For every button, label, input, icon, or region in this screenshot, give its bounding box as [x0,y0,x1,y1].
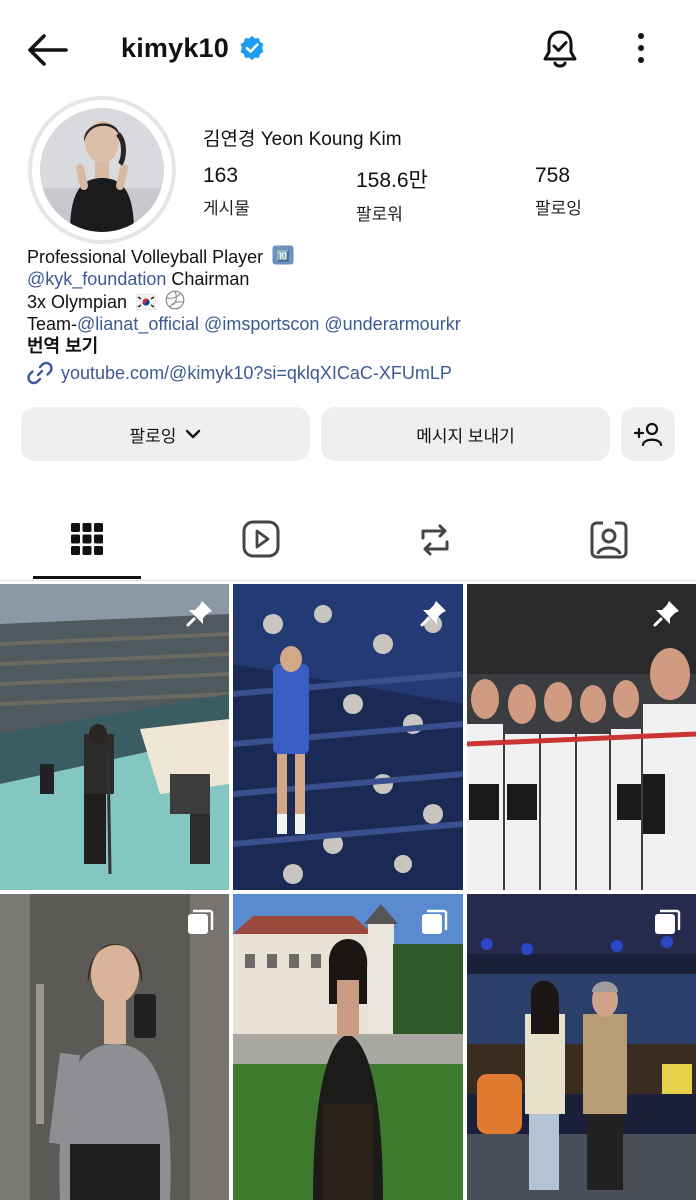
korea-flag-icon [136,294,157,310]
stat-value: 163 [203,164,239,187]
bio-text: Professional Volleyball Player [27,247,264,267]
reels-icon[interactable] [241,514,281,566]
username: kimyk10 [121,32,229,63]
bio-line-3: 3x Olympian [27,290,677,313]
post-chateau-garden[interactable] [233,894,463,1200]
post-image [233,584,463,890]
chevron-down-icon [186,429,201,439]
pin-icon [420,601,446,627]
username-header: kimyk10 [121,30,265,66]
bio-text: Chairman [166,268,250,289]
mention-underarmourkr[interactable]: @underarmourkr [324,314,460,334]
stat-label: 게시물 [203,199,250,218]
back-arrow-icon[interactable] [26,32,68,68]
stat-value: 158.6만 [356,169,428,192]
bio-text: Team- [27,313,78,334]
post-image [0,584,229,890]
more-options-icon[interactable] [630,30,652,66]
post-image [0,894,229,1200]
pin-icon [186,601,212,627]
stat-label: 팔로워 [356,205,403,224]
active-tab-indicator [33,576,141,579]
mention-kyk-foundation[interactable]: @kyk_foundation [27,269,166,289]
full-name: 김연경 Yeon Koung Kim [203,129,402,150]
bio-text: 3x Olympian [27,292,128,312]
post-tv-studio[interactable] [467,894,696,1200]
message-label: 메시지 보내기 [416,426,515,446]
tagged-icon[interactable] [589,514,629,566]
add-person-icon [633,422,663,447]
verified-badge-icon [240,36,264,60]
post-image [233,894,463,1200]
mention-lianat-official[interactable]: @lianat_official [77,314,199,334]
post-image [467,584,696,890]
volleyball-icon [165,290,185,310]
top-bar: kimyk10 [0,0,696,100]
tab-divider [0,580,696,581]
bio-line-1: Professional Volleyball Player 🔟 [27,245,677,268]
carousel-icon [188,909,214,934]
notification-bell-icon[interactable] [540,28,580,70]
bio-line-4: Team-@lianat_official @imsportscon @unde… [27,313,677,336]
stat-value: 758 [535,164,571,187]
following-button[interactable]: 팔로잉 [21,407,310,461]
avatar[interactable] [40,108,164,232]
following-count[interactable]: 758 팔로잉 [535,164,582,219]
carousel-icon [422,909,448,934]
post-team-lineup[interactable] [467,584,696,890]
bio-line-2: @kyk_foundation Chairman [27,268,677,291]
reposts-icon[interactable] [415,514,455,566]
keycap-ten-icon: 🔟 [272,245,294,265]
external-link[interactable]: youtube.com/@kimyk10?si=qklqXICaC-XFUmLP [27,360,452,386]
grid-icon[interactable] [67,514,107,566]
avatar-photo [40,108,164,232]
bio: Professional Volleyball Player 🔟 @kyk_fo… [27,245,677,358]
suggested-users-button[interactable] [621,407,675,461]
following-label: 팔로잉 [129,426,177,446]
followers-count[interactable]: 158.6만 팔로워 [356,164,428,225]
post-image [467,894,696,1200]
link-text: youtube.com/@kimyk10?si=qklqXICaC-XFUmLP [61,362,452,383]
pin-icon [653,601,679,627]
keycap-ten-text: 🔟 [276,250,290,263]
stat-label: 팔로잉 [535,199,582,218]
mention-imsportscon[interactable]: @imsportscon [204,314,319,334]
post-fans-stands[interactable] [233,584,463,890]
posts-count: 163 게시물 [203,164,250,219]
translate-link[interactable]: 번역 보기 [27,335,677,358]
post-elevator-selfie[interactable] [0,894,229,1200]
link-icon [27,361,53,385]
message-button[interactable]: 메시지 보내기 [321,407,610,461]
post-beach-volleyball-venue[interactable] [0,584,229,890]
carousel-icon [655,909,681,934]
